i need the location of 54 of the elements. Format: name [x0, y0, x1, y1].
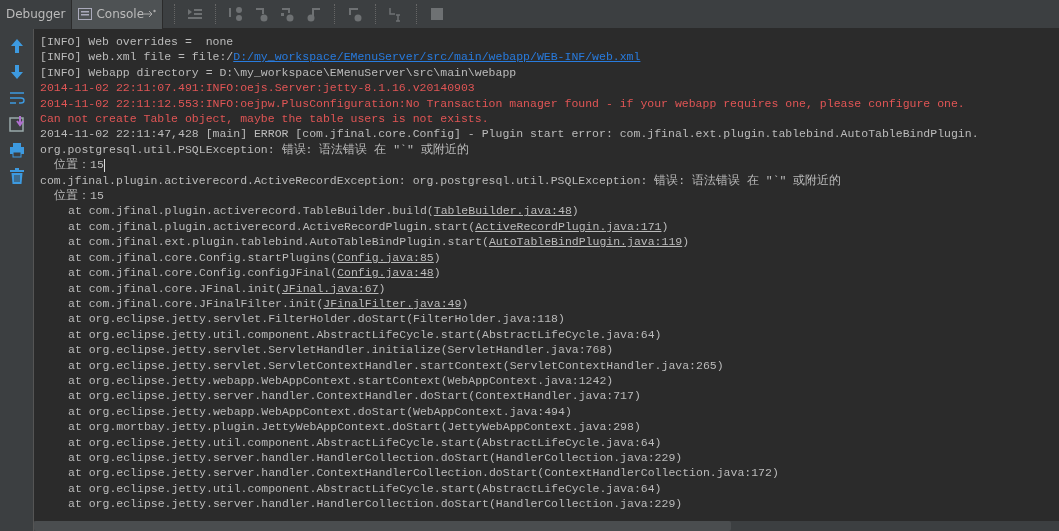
trash-icon[interactable]	[7, 167, 26, 185]
log-text: 2014-11-02 22:11:07.491:INFO:oejs.Server:jetty-8.1.16.v20140903	[40, 81, 475, 95]
log-text: )	[433, 266, 441, 280]
log-text: 2014-11-02 22:11:47,428 [main] ERROR [com.jfinal.core.Config] - Plugin start error: com.jfinal.ext.plugin.tablebind.AutoTableBindPlugin.	[40, 127, 979, 141]
log-text: )	[461, 296, 469, 310]
log-text: [INFO] Web overrides = none	[40, 35, 234, 48]
log-text: at com.jfinal.ext.plugin.tablebind.AutoTableBindPlugin.start(	[68, 235, 489, 249]
log-text: at org.eclipse.jetty.webapp.WebAppContext.doStart(WebAppContext.java:494)	[68, 404, 572, 418]
log-text: at org.eclipse.jetty.servlet.ServletHandler.initialize(ServletHandler.java:768)	[68, 343, 614, 357]
log-text: Can not create Table object, maybe the table users is not exists.	[40, 112, 489, 126]
log-text: )	[682, 235, 690, 249]
file-link[interactable]: Config.java:48	[337, 266, 434, 280]
log-text: at org.eclipse.jetty.util.component.AbstractLifeCycle.start(AbstractLifeCycle.java:64)	[68, 327, 662, 341]
log-text: [INFO] web.xml file = file:/	[40, 50, 234, 64]
log-text: at com.jfinal.plugin.activerecord.ActiveRecordPlugin.start(	[68, 219, 476, 233]
log-text: )	[661, 219, 669, 233]
print-icon[interactable]	[7, 141, 26, 159]
file-link[interactable]: JFinalFilter.java:49	[323, 296, 462, 310]
log-text: at org.eclipse.jetty.server.handler.HandlerCollection.doStart(HandlerCollection.java:229)	[68, 497, 683, 511]
scrollbar-thumb[interactable]	[34, 521, 731, 531]
log-text: at org.eclipse.jetty.server.handler.ContextHandler.doStart(ContextHandler.java:717)	[68, 389, 641, 403]
import-icon[interactable]	[7, 115, 26, 133]
log-text: at org.eclipse.jetty.server.handler.HandlerCollection.doStart(HandlerCollection.java:229)	[68, 450, 683, 464]
file-link[interactable]: TableBuilder.java:48	[433, 204, 572, 218]
tab[interactable]: Debugger	[0, 0, 73, 29]
log-text: [INFO] Webapp directory = D:\my_workspace\EMenuServer\src\main\webapp	[40, 65, 517, 79]
tab[interactable]: Console	[72, 0, 164, 29]
file-link[interactable]: AutoTableBindPlugin.java:119	[488, 235, 683, 249]
pin-icon[interactable]	[144, 9, 157, 19]
log-text: )	[378, 281, 386, 295]
log-text: 2014-11-02 22:11:12.553:INFO:oejpw.PlusConfiguration:No Transaction manager found - if your webapp requires one, please configure one.	[40, 96, 965, 110]
log-text: at com.jfinal.core.Config.configJFinal(	[68, 266, 338, 280]
log-text: at org.eclipse.jetty.servlet.FilterHolder.doStart(FilterHolder.java:118)	[68, 312, 565, 326]
log-text: at com.jfinal.core.JFinal.init(	[68, 281, 282, 295]
log-text: at org.eclipse.jetty.servlet.ServletContextHandler.startContext(ServletContextHandler.java:265)	[68, 358, 724, 372]
log-text: at org.eclipse.jetty.util.component.AbstractLifeCycle.start(AbstractLifeCycle.java:64)	[68, 481, 662, 495]
log-text: org.postgresql.util.PSQLException: 错误: 语法错误 在 "`" 或附近的	[40, 142, 469, 156]
log-text: 位置：15	[54, 189, 104, 203]
log-text: )	[433, 250, 441, 264]
file-link[interactable]: JFinal.java:67	[281, 281, 379, 295]
console-icon	[78, 8, 93, 20]
log-text: at com.jfinal.plugin.activerecord.TableBuilder.build(	[68, 204, 434, 218]
log-text: at com.jfinal.core.Config.startPlugins(	[68, 250, 338, 264]
log-text: at com.jfinal.core.JFinalFilter.init(	[68, 296, 324, 310]
log-text: at org.eclipse.jetty.util.component.AbstractLifeCycle.start(AbstractLifeCycle.java:64)	[68, 435, 662, 449]
file-link[interactable]: ActiveRecordPlugin.java:171	[475, 219, 662, 233]
log-text: 位置：15	[54, 158, 104, 172]
file-link[interactable]: Config.java:85	[337, 250, 434, 264]
log-text: at org.eclipse.jetty.server.handler.ContextHandlerCollection.doStart(ContextHandlerCollection.java:172)	[68, 466, 779, 480]
log-text: at org.eclipse.jetty.webapp.WebAppContext.startContext(WebAppContext.java:1242)	[68, 373, 614, 387]
log-text: com.jfinal.plugin.activerecord.ActiveRecordException: org.postgresql.util.PSQLException: 错误: 语法错误 在 "`" 或附近的	[40, 173, 842, 187]
log-text: at org.mortbay.jetty.plugin.JettyWebAppContext.doStart(JettyWebAppContext.java:298)	[68, 420, 641, 434]
wrap-icon[interactable]	[7, 89, 26, 107]
log-text: )	[571, 204, 579, 218]
